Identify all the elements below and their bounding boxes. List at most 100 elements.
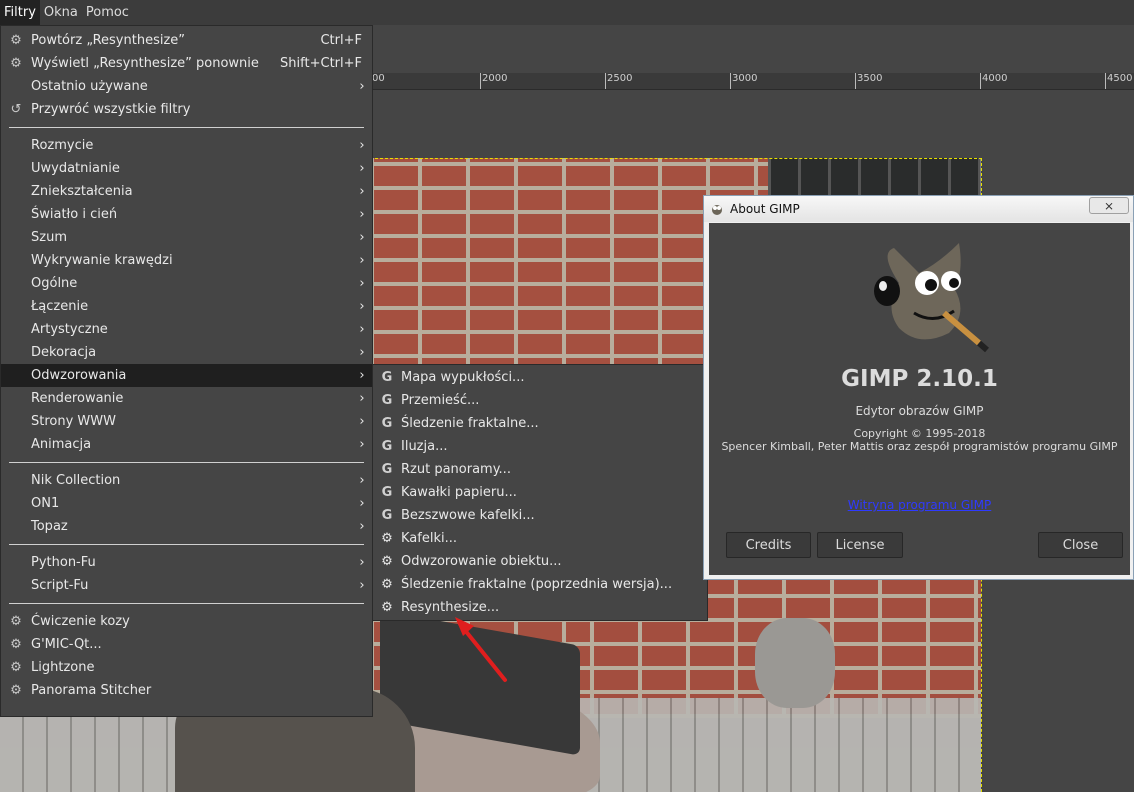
menu-item-label: Renderowanie bbox=[31, 391, 124, 406]
gear-icon: ⚙ bbox=[381, 531, 393, 546]
menu-item-animacja[interactable]: Animacja › bbox=[1, 433, 372, 456]
ruler-label: 4000 bbox=[982, 73, 1008, 84]
authors-text: Spencer Kimball, Peter Mattis oraz zespó… bbox=[721, 440, 1118, 453]
close-button[interactable]: Close bbox=[1038, 532, 1123, 558]
menu-item-lightzone[interactable]: ⚙ Lightzone bbox=[1, 656, 372, 679]
submenu-item-bezszwowe-kafelki[interactable]: G Bezszwowe kafelki... bbox=[373, 504, 707, 527]
menu-item-reset-filters[interactable]: ↺ Przywróć wszystkie filtry bbox=[1, 98, 372, 121]
menu-item-odwzorowania[interactable]: Odwzorowania › bbox=[1, 364, 372, 387]
menu-item-label: ON1 bbox=[31, 496, 60, 511]
menu-pomoc[interactable]: Pomoc bbox=[82, 0, 133, 25]
menu-okna[interactable]: Okna bbox=[40, 0, 82, 25]
credits-button[interactable]: Credits bbox=[726, 532, 811, 558]
menu-item-recent[interactable]: Ostatnio używane › bbox=[1, 75, 372, 98]
app-description: Edytor obrazów GIMP bbox=[855, 404, 984, 418]
about-content: GIMP 2.10.1 Edytor obrazów GIMP Copyrigh… bbox=[709, 223, 1130, 575]
submenu-item-kafelki[interactable]: ⚙ Kafelki... bbox=[373, 527, 707, 550]
menu-item-topaz[interactable]: Topaz › bbox=[1, 515, 372, 538]
menu-group-plugins: Nik Collection › ON1 › Topaz › bbox=[1, 469, 372, 538]
gear-icon: ⚙ bbox=[10, 637, 22, 652]
menu-item-rozmycie[interactable]: Rozmycie › bbox=[1, 134, 372, 157]
gear-dialog-icon: ⚙ bbox=[10, 56, 22, 71]
reset-icon: ↺ bbox=[10, 102, 22, 117]
wilber-logo bbox=[874, 243, 989, 353]
chevron-right-icon: › bbox=[359, 437, 365, 452]
menu-item-dekoracja[interactable]: Dekoracja › bbox=[1, 341, 372, 364]
submenu-item-odwzorowanie-obiektu[interactable]: ⚙ Odwzorowanie obiektu... bbox=[373, 550, 707, 573]
menu-item-swiat-o-i-cien[interactable]: Światło i cień › bbox=[1, 203, 372, 226]
dialog-titlebar[interactable]: About GIMP ⨯ bbox=[704, 196, 1133, 222]
submenu-item-sledzenie-fraktalne-poprzednia-wersja[interactable]: ⚙ Śledzenie fraktalne (poprzednia wersja)… bbox=[373, 573, 707, 596]
filters-menu: ⚙ Powtórz „Resynthesize” Ctrl+F ⚙ Wyświe… bbox=[0, 25, 373, 717]
submenu-item-przemiesc[interactable]: G Przemieść... bbox=[373, 389, 707, 412]
chevron-right-icon: › bbox=[359, 519, 365, 534]
menu-item-uwydatnianie[interactable]: Uwydatnianie › bbox=[1, 157, 372, 180]
chevron-right-icon: › bbox=[359, 496, 365, 511]
menu-item-renderowanie[interactable]: Renderowanie › bbox=[1, 387, 372, 410]
submenu-item-resynthesize[interactable]: ⚙ Resynthesize... bbox=[373, 596, 707, 619]
menu-item-panorama-stitcher[interactable]: ⚙ Panorama Stitcher bbox=[1, 679, 372, 702]
ruler-tick bbox=[1105, 73, 1106, 89]
submenu-item-rzut-panoramy[interactable]: G Rzut panoramy... bbox=[373, 458, 707, 481]
horizontal-ruler[interactable]: 00 2000 2500 3000 3500 4000 4500 bbox=[370, 73, 1134, 90]
chevron-right-icon: › bbox=[359, 473, 365, 488]
menu-item-reshow[interactable]: ⚙ Wyświetl „Resynthesize” ponownie Shift… bbox=[1, 52, 372, 75]
menu-item-label: Łączenie bbox=[31, 299, 89, 314]
chevron-right-icon: › bbox=[359, 276, 365, 291]
menu-item-label: Panorama Stitcher bbox=[31, 683, 152, 698]
menu-item-on1[interactable]: ON1 › bbox=[1, 492, 372, 515]
submenu-item-mapa-wypuk-osci[interactable]: G Mapa wypukłości... bbox=[373, 366, 707, 389]
ruler-tick bbox=[980, 73, 981, 89]
gegl-icon: G bbox=[381, 416, 393, 431]
menu-filtry[interactable]: Filtry bbox=[0, 0, 40, 25]
menu-shortcut: Shift+Ctrl+F bbox=[280, 56, 362, 71]
menu-item-nik-collection[interactable]: Nik Collection › bbox=[1, 469, 372, 492]
menu-item-zniekszta-cenia[interactable]: Zniekształcenia › bbox=[1, 180, 372, 203]
menu-item-repeat[interactable]: ⚙ Powtórz „Resynthesize” Ctrl+F bbox=[1, 29, 372, 52]
menu-item-strony-www[interactable]: Strony WWW › bbox=[1, 410, 372, 433]
ruler-tick bbox=[855, 73, 856, 89]
ruler-label: 2000 bbox=[482, 73, 508, 84]
menu-shortcut: Ctrl+F bbox=[320, 33, 362, 48]
menu-item-label: Python-Fu bbox=[31, 555, 96, 570]
menu-item-python-fu[interactable]: Python-Fu › bbox=[1, 551, 372, 574]
menu-item-szum[interactable]: Szum › bbox=[1, 226, 372, 249]
menu-item-label: Iluzja... bbox=[401, 439, 448, 454]
ruler-label: 3000 bbox=[732, 73, 758, 84]
gear-icon: ⚙ bbox=[381, 554, 393, 569]
submenu-item-kawa-ki-papieru[interactable]: G Kawałki papieru... bbox=[373, 481, 707, 504]
menubar: Filtry Okna Pomoc bbox=[0, 0, 1134, 25]
menu-item-wykrywanie-krawedzi[interactable]: Wykrywanie krawędzi › bbox=[1, 249, 372, 272]
menu-item-aczenie[interactable]: Łączenie › bbox=[1, 295, 372, 318]
menu-item-label: Nik Collection bbox=[31, 473, 121, 488]
menu-separator bbox=[1, 538, 372, 551]
chevron-right-icon: › bbox=[359, 299, 365, 314]
close-icon[interactable]: ⨯ bbox=[1089, 197, 1129, 214]
menu-item-ogolne[interactable]: Ogólne › bbox=[1, 272, 372, 295]
license-button[interactable]: License bbox=[817, 532, 903, 558]
menu-item-artystyczne[interactable]: Artystyczne › bbox=[1, 318, 372, 341]
gear-icon: ⚙ bbox=[381, 600, 393, 615]
chevron-right-icon: › bbox=[359, 138, 365, 153]
menu-item-label: Ćwiczenie kozy bbox=[31, 614, 130, 629]
app-name: GIMP 2.10.1 bbox=[841, 366, 998, 392]
ruler-tick bbox=[730, 73, 731, 89]
chevron-right-icon: › bbox=[359, 391, 365, 406]
gimp-app-icon bbox=[712, 205, 722, 215]
submenu-item-sledzenie-fraktalne[interactable]: G Śledzenie fraktalne... bbox=[373, 412, 707, 435]
gegl-icon: G bbox=[381, 393, 393, 408]
menu-item-label: Śledzenie fraktalne (poprzednia wersja).… bbox=[401, 577, 673, 592]
menu-group-scripting: Python-Fu › Script-Fu › bbox=[1, 551, 372, 597]
website-link[interactable]: Witryna programu GIMP bbox=[709, 498, 1130, 512]
menu-item-g-mic-qt[interactable]: ⚙ G'MIC-Qt... bbox=[1, 633, 372, 656]
menu-item-label: Światło i cień bbox=[31, 207, 118, 222]
about-dialog: About GIMP ⨯ GIMP 2.10.1 Edytor obrazów … bbox=[703, 195, 1134, 580]
menu-item-label: Wykrywanie krawędzi bbox=[31, 253, 173, 268]
submenu-item-iluzja[interactable]: G Iluzja... bbox=[373, 435, 707, 458]
gear-icon: ⚙ bbox=[10, 660, 22, 675]
menu-item-label: Odwzorowania bbox=[31, 368, 127, 383]
menu-item-cwiczenie-kozy[interactable]: ⚙ Ćwiczenie kozy bbox=[1, 610, 372, 633]
menu-item-script-fu[interactable]: Script-Fu › bbox=[1, 574, 372, 597]
menu-group-extras: ⚙ Ćwiczenie kozy ⚙ G'MIC-Qt... ⚙ Lightzone ⚙ Pa… bbox=[1, 610, 372, 702]
menu-item-label: Przemieść... bbox=[401, 393, 480, 408]
